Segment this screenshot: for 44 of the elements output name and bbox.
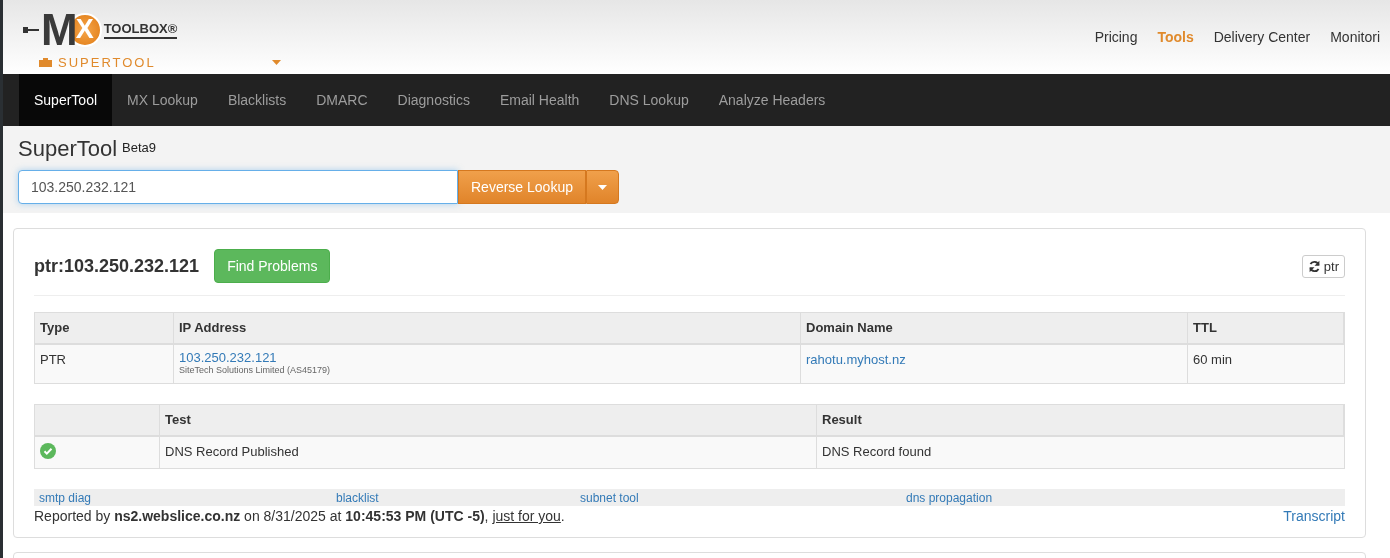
transcript-link[interactable]: Transcript — [1283, 508, 1345, 524]
caret-icon — [597, 184, 607, 190]
plug-icon — [23, 26, 39, 33]
nav-tab[interactable]: Analyze Headers — [703, 74, 841, 126]
nav-tab[interactable]: MX Lookup — [112, 74, 213, 126]
table-cell: DNS Record found — [817, 437, 1344, 468]
column-header: IP Address — [174, 313, 801, 345]
column-header: Type — [35, 313, 174, 345]
domain-link[interactable]: rahotu.myhost.nz — [806, 352, 906, 367]
logo-wordmark: TOOLBOX® — [103, 20, 178, 39]
nav-tab[interactable]: DNS Lookup — [594, 74, 704, 126]
tool-link[interactable]: blacklist — [336, 491, 379, 505]
column-header: Test — [160, 405, 817, 437]
search-field[interactable]: 103.250.232.121 — [18, 170, 458, 204]
just-for-you-link[interactable]: just for you — [492, 508, 561, 524]
table-cell: PTR — [35, 345, 174, 383]
refresh-button[interactable]: ptr — [1301, 254, 1345, 278]
nav-tab[interactable]: SuperTool — [19, 74, 113, 126]
ip-link[interactable]: 103.250.232.121 — [179, 350, 795, 365]
tool-link[interactable]: subnet tool — [580, 491, 639, 505]
column-header: TTL — [1188, 313, 1344, 345]
nav-tab[interactable]: Email Health — [484, 74, 595, 126]
nav-tab[interactable]: Blacklists — [212, 74, 302, 126]
page-title: SuperTool — [18, 136, 118, 162]
report-text: Reported by ns2.webslice.co.nz on 8/31/2025 at 10:45:53 PM (UTC -5), just for you. — [34, 508, 565, 524]
result-title: ptr:103.250.232.121 — [34, 255, 200, 277]
product-name: SUPERTOOL — [58, 54, 156, 70]
caret-icon[interactable] — [271, 59, 281, 65]
table-cell: DNS Record Published — [160, 437, 817, 468]
ip-owner: SiteTech Solutions Limited (AS45179) — [179, 365, 332, 375]
toolbox-icon — [39, 57, 52, 67]
beta-label: Beta9 — [122, 140, 157, 155]
dropdown-button[interactable] — [585, 170, 619, 204]
nav-link[interactable]: Monitori — [1320, 29, 1390, 45]
nav-tab[interactable]: Diagnostics — [382, 74, 485, 126]
nav-link[interactable]: Pricing — [1084, 29, 1148, 45]
column-header: Result — [817, 405, 1344, 437]
nav-link[interactable]: Delivery Center — [1203, 29, 1321, 45]
table-cell: 60 min — [1188, 345, 1344, 383]
nav-tab[interactable]: DMARC — [301, 74, 383, 126]
tool-link[interactable]: dns propagation — [906, 491, 993, 505]
refresh-icon — [1307, 259, 1321, 273]
column-header: Domain Name — [801, 313, 1188, 345]
tool-link[interactable]: smtp diag — [39, 491, 92, 505]
